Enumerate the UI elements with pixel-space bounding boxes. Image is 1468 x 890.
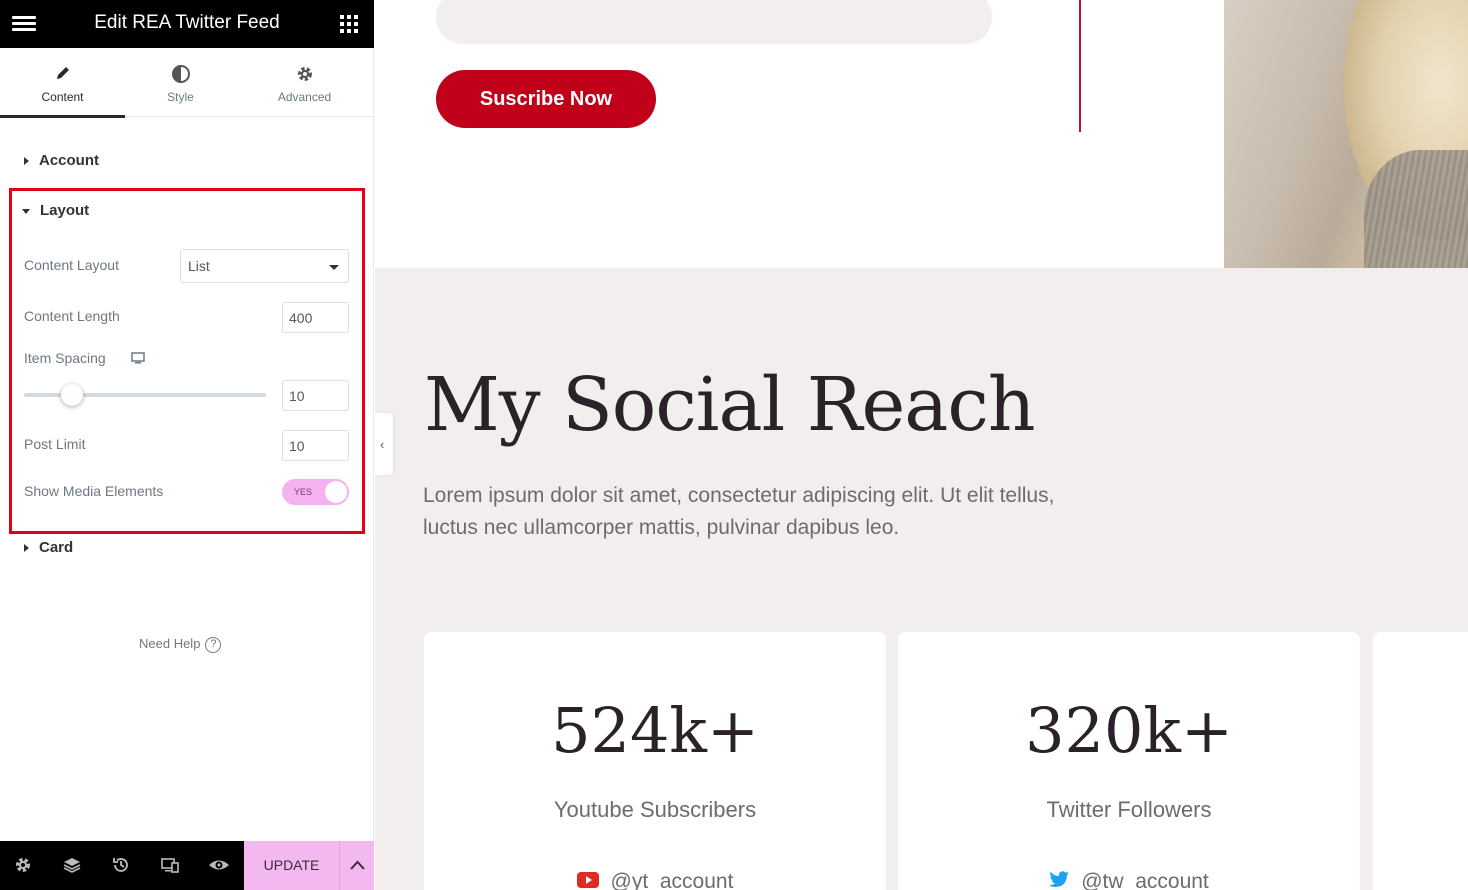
pencil-icon	[0, 64, 125, 84]
tab-advanced[interactable]: Advanced	[242, 48, 367, 117]
tab-advanced-label: Advanced	[277, 90, 332, 104]
need-help-label: Need Help	[139, 636, 201, 651]
page-preview: Suscribe Now My Social Reach Lorem ipsum…	[375, 0, 1468, 890]
section-card-label: Card	[39, 539, 74, 556]
section-title: My Social Reach	[424, 362, 1035, 448]
social-reach-section: My Social Reach Lorem ipsum dolor sit am…	[375, 268, 1468, 890]
stat-label: Youtube Subscribers	[553, 797, 757, 822]
panel-header: Edit REA Twitter Feed	[0, 0, 374, 48]
half-circle-icon	[118, 64, 243, 84]
hero-photo	[1224, 0, 1468, 290]
stat-card-youtube: 524k+ Youtube Subscribers @yt_account	[424, 632, 886, 890]
post-limit-input[interactable]: 10	[282, 430, 349, 461]
section-account-label: Account	[39, 152, 99, 169]
section-card[interactable]: Card	[24, 539, 73, 556]
post-limit-label: Post Limit	[24, 436, 86, 452]
stat-count: 320k+	[1025, 694, 1233, 767]
update-options-button[interactable]	[339, 841, 374, 890]
section-layout[interactable]: Layout	[22, 202, 90, 219]
tab-style-label: Style	[167, 90, 194, 104]
caret-right-icon	[24, 157, 29, 166]
stat-handle-text: @tw_account	[1081, 870, 1209, 890]
stat-count: 524k+	[551, 694, 759, 767]
chevron-down-icon	[329, 265, 339, 270]
caret-down-icon	[22, 208, 30, 214]
section-account[interactable]: Account	[24, 152, 99, 169]
panel-footer: UPDATE	[0, 841, 374, 890]
email-input[interactable]	[436, 0, 992, 44]
chevron-up-icon	[350, 860, 365, 870]
layers-icon[interactable]	[62, 855, 84, 877]
need-help-link[interactable]: Need Help?	[139, 636, 222, 653]
tab-style[interactable]: Style	[118, 48, 243, 117]
update-button[interactable]: UPDATE	[244, 841, 339, 890]
settings-icon[interactable]	[13, 855, 35, 877]
tab-content[interactable]: Content	[0, 48, 125, 118]
content-length-input[interactable]: 400	[282, 302, 349, 333]
toggle-knob	[325, 481, 347, 503]
youtube-icon	[576, 870, 599, 890]
collapse-panel-button[interactable]: ‹	[375, 413, 393, 475]
toggle-yes-text: YES	[294, 487, 313, 497]
gear-icon	[242, 64, 367, 84]
responsive-mode-icon[interactable]	[160, 855, 182, 877]
editor-panel: Edit REA Twitter Feed Content Style Adva…	[0, 0, 374, 890]
content-length-label: Content Length	[24, 308, 120, 324]
panel-tabs: Content Style Advanced	[0, 48, 374, 118]
history-icon[interactable]	[111, 855, 133, 877]
stat-handle-link[interactable]: @yt_account	[424, 870, 886, 890]
show-media-label: Show Media Elements	[24, 483, 164, 499]
preview-eye-icon[interactable]	[208, 855, 230, 877]
content-layout-value: List	[188, 258, 210, 274]
divider-line	[1079, 0, 1081, 132]
help-circle-icon: ?	[205, 636, 222, 653]
desktop-icon[interactable]	[131, 351, 145, 364]
subscribe-button[interactable]: Suscribe Now	[436, 70, 656, 128]
stat-card-twitter: 320k+ Twitter Followers @tw_account	[898, 632, 1360, 890]
content-layout-select[interactable]: List	[180, 249, 349, 283]
item-spacing-input[interactable]: 10	[282, 380, 349, 411]
section-layout-label: Layout	[40, 202, 90, 219]
section-text: Lorem ipsum dolor sit amet, consectetur …	[423, 484, 1055, 539]
caret-right-icon	[24, 544, 29, 553]
tab-content-label: Content	[41, 90, 84, 104]
twitter-icon	[1049, 870, 1070, 890]
widgets-grid-icon[interactable]	[340, 15, 358, 33]
item-spacing-slider-handle[interactable]	[61, 384, 83, 406]
stat-handle-link[interactable]: @tw_account	[898, 870, 1360, 890]
stat-label: Twitter Followers	[1046, 797, 1212, 822]
show-media-toggle[interactable]: YES	[282, 479, 349, 505]
content-layout-label: Content Layout	[24, 257, 119, 273]
item-spacing-label: Item Spacing	[24, 350, 106, 366]
panel-title: Edit REA Twitter Feed	[94, 12, 280, 33]
stat-card-partial	[1373, 632, 1468, 890]
chevron-left-icon: ‹	[380, 437, 385, 452]
stat-handle-text: @yt_account	[610, 870, 734, 890]
